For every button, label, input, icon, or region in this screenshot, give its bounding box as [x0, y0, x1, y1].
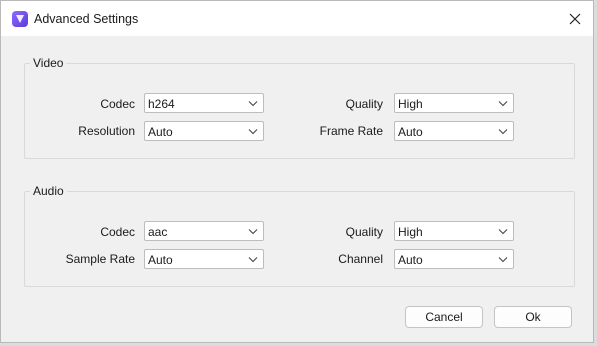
window-title: Advanced Settings: [34, 12, 139, 26]
chevron-down-icon: [498, 101, 508, 107]
chevron-down-icon: [498, 229, 508, 235]
advanced-settings-dialog: Advanced Settings Video Codec h264 Resol…: [0, 0, 594, 343]
audio-channel-value: Auto: [398, 253, 423, 267]
video-codec-label: Codec: [100, 97, 135, 111]
audio-sample-rate-label: Sample Rate: [65, 252, 135, 266]
chevron-down-icon: [248, 229, 258, 235]
video-resolution-select[interactable]: Auto: [144, 121, 264, 141]
audio-channel-select[interactable]: Auto: [394, 249, 514, 269]
video-frame-rate-select[interactable]: Auto: [394, 121, 514, 141]
audio-quality-value: High: [398, 225, 423, 239]
video-codec-value: h264: [148, 97, 175, 111]
video-quality-select[interactable]: High: [394, 93, 514, 113]
app-icon: [12, 11, 28, 27]
video-codec-select[interactable]: h264: [144, 93, 264, 113]
video-frame-rate-value: Auto: [398, 125, 423, 139]
audio-sample-rate-value: Auto: [148, 253, 173, 267]
video-group-legend: Video: [30, 56, 67, 70]
video-frame-rate-label: Frame Rate: [319, 124, 383, 138]
video-resolution-label: Resolution: [78, 124, 135, 138]
audio-group-legend: Audio: [30, 184, 67, 198]
title-bar: Advanced Settings: [1, 1, 593, 36]
ok-button[interactable]: Ok: [494, 306, 572, 328]
video-quality-value: High: [398, 97, 423, 111]
audio-quality-select[interactable]: High: [394, 221, 514, 241]
video-quality-label: Quality: [345, 97, 383, 111]
cancel-button[interactable]: Cancel: [405, 306, 483, 328]
chevron-down-icon: [498, 129, 508, 135]
chevron-down-icon: [248, 101, 258, 107]
close-icon: [569, 13, 581, 24]
chevron-down-icon: [248, 129, 258, 135]
chevron-down-icon: [248, 257, 258, 263]
chevron-down-icon: [498, 257, 508, 263]
audio-codec-label: Codec: [100, 225, 135, 239]
audio-quality-label: Quality: [345, 225, 383, 239]
audio-sample-rate-select[interactable]: Auto: [144, 249, 264, 269]
audio-channel-label: Channel: [338, 252, 383, 266]
audio-codec-select[interactable]: aac: [144, 221, 264, 241]
audio-codec-value: aac: [148, 225, 168, 239]
video-resolution-value: Auto: [148, 125, 173, 139]
close-button[interactable]: [557, 1, 593, 36]
